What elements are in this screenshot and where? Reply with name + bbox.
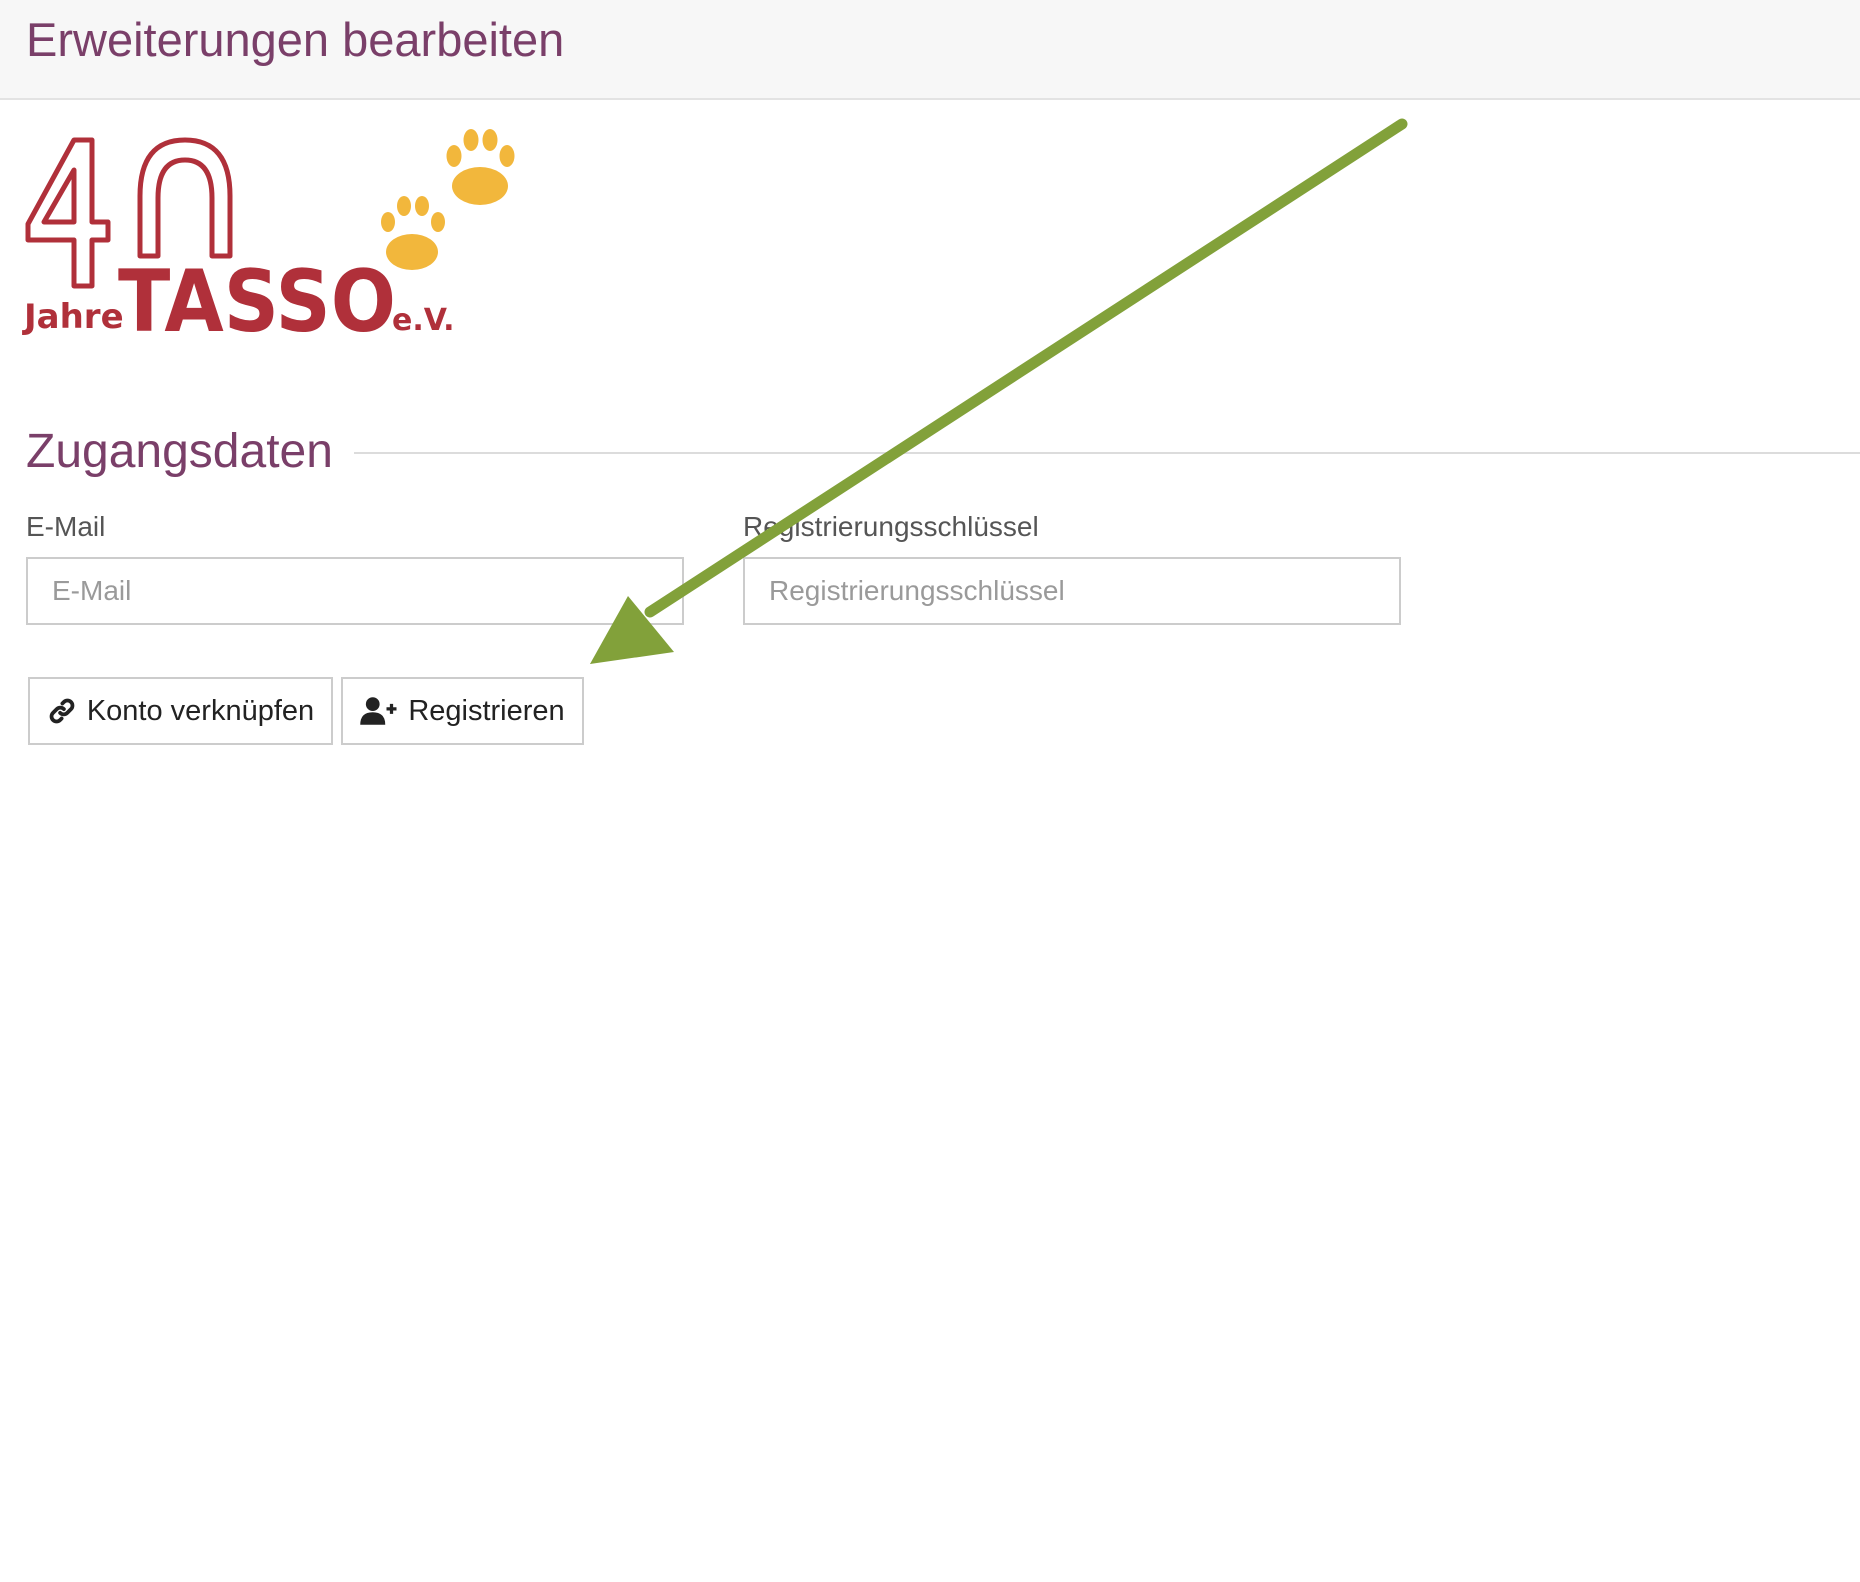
email-label: E-Mail — [26, 511, 106, 542]
link-account-button[interactable]: Konto verknüpfen — [28, 677, 333, 745]
paw-icon-small — [381, 196, 445, 270]
link-account-label: Konto verknüpfen — [86, 694, 315, 727]
tasso-logo: Jahre TASSO e.V. — [22, 129, 515, 346]
registration-key-label: Registrierungsschlüssel — [743, 511, 1039, 542]
section-title-zugangsdaten: Zugangsdaten — [26, 425, 333, 478]
email-input[interactable] — [26, 557, 684, 625]
paw-icon-large — [446, 129, 515, 205]
register-label: Registrieren — [408, 694, 565, 727]
register-button[interactable]: Registrieren — [341, 677, 584, 745]
user-plus-icon — [360, 696, 398, 726]
svg-text:Jahre: Jahre — [22, 297, 124, 337]
registration-key-input[interactable] — [743, 557, 1401, 625]
link-icon — [47, 696, 77, 726]
page-header: Erweiterungen bearbeiten — [0, 0, 1860, 100]
svg-text:e.V.: e.V. — [392, 303, 455, 338]
svg-text:TASSO: TASSO — [118, 252, 396, 346]
section-divider — [354, 452, 1860, 454]
page-title: Erweiterungen bearbeiten — [26, 13, 565, 66]
